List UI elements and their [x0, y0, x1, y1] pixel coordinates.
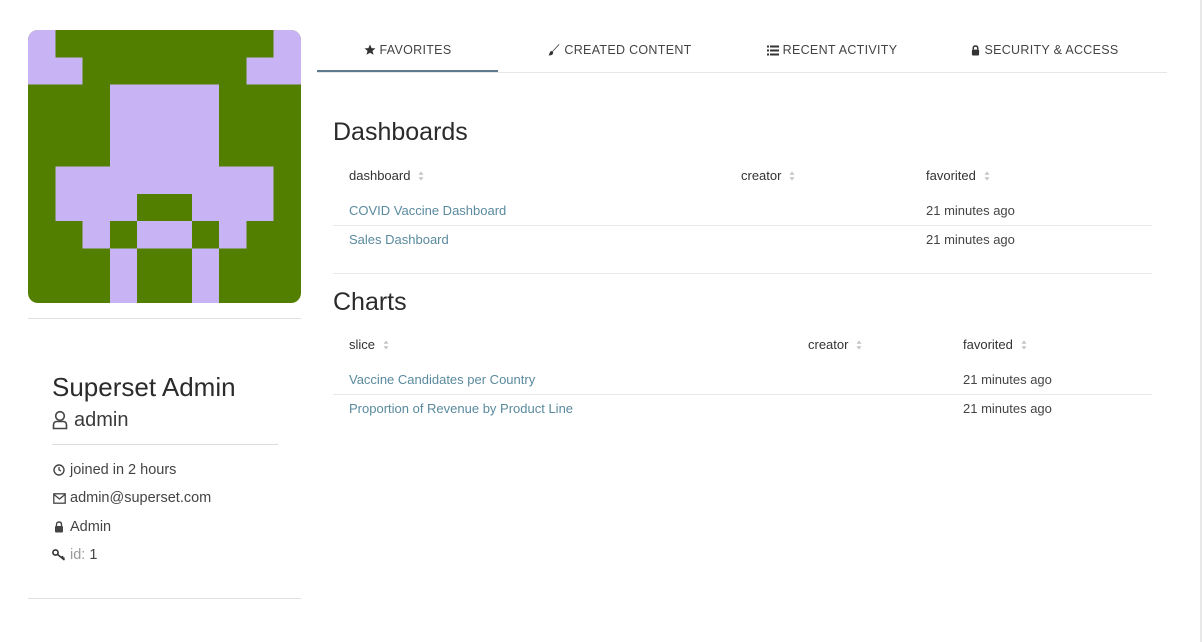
- id-row: id: 1: [52, 545, 97, 565]
- column-header-label: slice: [349, 337, 376, 352]
- sort-icon: [984, 171, 990, 181]
- tab-label: SECURITY & ACCESS: [984, 43, 1119, 57]
- favorited-time: 21 minutes ago: [926, 232, 1015, 247]
- column-header-favorited[interactable]: favorited: [926, 168, 990, 183]
- username-row: admin: [52, 408, 128, 432]
- key-icon: [52, 549, 66, 561]
- email-text: admin@superset.com: [70, 490, 212, 506]
- column-header-dashboard[interactable]: dashboard: [349, 168, 424, 183]
- column-header-favorited[interactable]: favorited: [963, 337, 1027, 352]
- divider: [52, 444, 278, 445]
- sort-icon: [418, 171, 424, 181]
- section-divider: [333, 273, 1152, 274]
- column-header-label: creator: [741, 168, 782, 183]
- chart-link[interactable]: Proportion of Revenue by Product Line: [349, 401, 573, 416]
- column-header-label: favorited: [926, 168, 976, 183]
- tab-created-content[interactable]: CREATED CONTENT: [530, 30, 710, 70]
- tab-label: FAVORITES: [379, 43, 452, 57]
- sort-icon: [1021, 340, 1027, 350]
- tab-security-access[interactable]: SECURITY & ACCESS: [954, 30, 1136, 70]
- email-row: admin@superset.com: [52, 488, 211, 508]
- id-label: id:: [70, 547, 86, 563]
- list-icon: [766, 45, 779, 56]
- chart-link[interactable]: Vaccine Candidates per Country: [349, 372, 535, 387]
- username-text: admin: [74, 408, 129, 431]
- column-header-creator[interactable]: creator: [741, 168, 795, 183]
- role-row: Admin: [52, 517, 111, 537]
- column-header-label: dashboard: [349, 168, 411, 183]
- dashboard-link[interactable]: COVID Vaccine Dashboard: [349, 203, 506, 218]
- charts-heading: Charts: [333, 288, 407, 316]
- row-divider: [333, 225, 1152, 226]
- sort-icon: [383, 340, 389, 350]
- tab-recent-activity[interactable]: RECENT ACTIVITY: [737, 30, 927, 70]
- lock-icon: [971, 44, 980, 56]
- user-icon: [52, 410, 68, 430]
- clock-icon: [52, 464, 66, 476]
- joined-row: joined in 2 hours: [52, 460, 176, 480]
- favorited-time: 21 minutes ago: [963, 372, 1052, 387]
- column-header-label: creator: [808, 337, 849, 352]
- row-divider: [333, 394, 1152, 395]
- dashboards-heading: Dashboards: [333, 118, 468, 146]
- identicon-image: [28, 30, 301, 303]
- column-header-label: favorited: [963, 337, 1013, 352]
- avatar: [28, 30, 301, 303]
- column-header-slice[interactable]: slice: [349, 337, 389, 352]
- divider: [28, 598, 301, 599]
- paintbrush-icon: [548, 44, 560, 56]
- dashboard-link[interactable]: Sales Dashboard: [349, 232, 449, 247]
- profile-tabs: FAVORITES CREATED CONTENT RECENT ACTIVIT…: [317, 30, 1167, 73]
- favorited-time: 21 minutes ago: [926, 203, 1015, 218]
- tab-label: RECENT ACTIVITY: [782, 43, 898, 57]
- envelope-icon: [52, 492, 66, 504]
- profile-card: Superset Admin admin joined in 2 hours a…: [28, 0, 301, 642]
- tab-label: CREATED CONTENT: [564, 43, 692, 57]
- user-full-name: Superset Admin: [52, 372, 236, 402]
- id-value: 1: [89, 547, 98, 563]
- lock-icon: [52, 521, 66, 533]
- star-icon: [364, 44, 376, 56]
- tab-favorites[interactable]: FAVORITES: [317, 30, 498, 72]
- sort-icon: [789, 171, 795, 181]
- divider: [28, 318, 301, 319]
- role-text: Admin: [70, 519, 112, 535]
- joined-text: joined in 2 hours: [70, 462, 177, 478]
- column-header-creator[interactable]: creator: [808, 337, 862, 352]
- sort-icon: [856, 340, 862, 350]
- favorited-time: 21 minutes ago: [963, 401, 1052, 416]
